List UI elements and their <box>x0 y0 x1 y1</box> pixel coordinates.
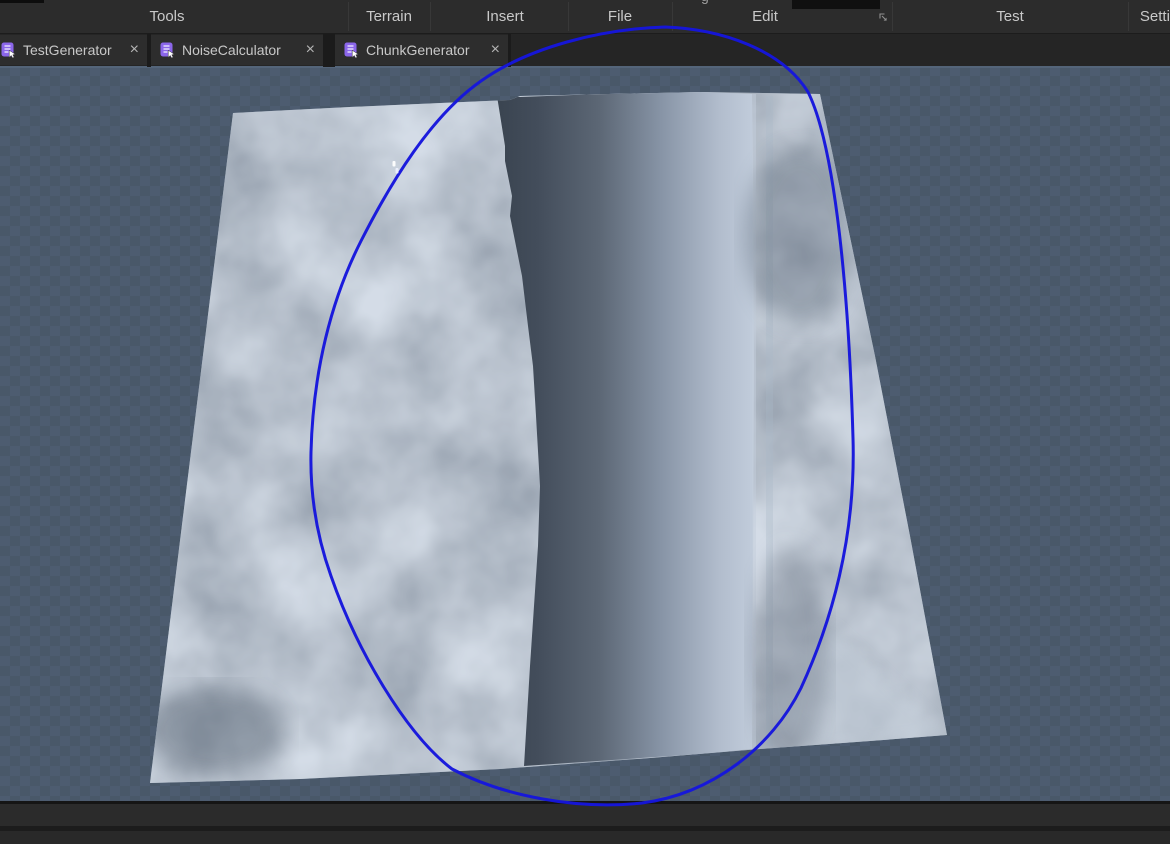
studio-window: { "menubar": { "items": [ {"label": "Too… <box>0 0 1170 844</box>
script-icon <box>159 42 175 58</box>
menu-item-terrain[interactable]: Terrain <box>329 0 449 33</box>
tab-label: ChunkGenerator <box>366 42 470 58</box>
clipped-ui-remnant <box>0 0 44 3</box>
menu-separator <box>1128 2 1129 31</box>
tab-testgenerator[interactable]: TestGenerator × <box>0 35 147 65</box>
menu-item-insert[interactable]: Insert <box>445 0 565 33</box>
menu-separator <box>348 2 349 31</box>
script-icon <box>343 42 359 58</box>
bottom-panel-bar <box>0 804 1170 826</box>
bottom-status-bar <box>0 831 1170 844</box>
menu-item-test[interactable]: Test <box>950 0 1070 33</box>
tab-separator <box>508 34 511 67</box>
script-tab-bar: TestGenerator × NoiseCalculator × ChunkG… <box>0 33 1170 66</box>
menu-separator <box>892 2 893 31</box>
menu-separator <box>430 2 431 31</box>
menu-separator <box>568 2 569 31</box>
tab-close-button[interactable]: × <box>298 42 315 58</box>
tab-label: NoiseCalculator <box>182 42 281 58</box>
tab-close-button[interactable]: × <box>122 42 139 58</box>
script-icon <box>0 42 16 58</box>
menu-item-file[interactable]: File <box>560 0 680 33</box>
dialog-launcher-icon[interactable] <box>878 12 888 22</box>
terrain-shadow <box>745 146 855 326</box>
tab-separator <box>323 34 335 67</box>
menu-separator <box>672 2 673 31</box>
viewport-3d[interactable] <box>0 66 1170 801</box>
tab-chunkgenerator[interactable]: ChunkGenerator × <box>335 35 508 65</box>
menu-item-tools[interactable]: Tools <box>107 0 227 33</box>
tab-close-button[interactable]: × <box>483 42 500 58</box>
clipped-ui-remnant <box>792 0 880 9</box>
menu-item-settings[interactable]: Settings <box>1105 0 1170 33</box>
menu-bar: Tools Terrain Insert File Edit Test Sett… <box>0 0 1170 33</box>
terrain-shadow <box>752 546 828 766</box>
terrain-shadow <box>145 686 285 776</box>
terrain-heightmap-plane <box>0 66 1170 801</box>
tab-label: TestGenerator <box>23 42 112 58</box>
tab-noisecalculator[interactable]: NoiseCalculator × <box>151 35 323 65</box>
clipped-text-descender: g <box>701 0 709 3</box>
